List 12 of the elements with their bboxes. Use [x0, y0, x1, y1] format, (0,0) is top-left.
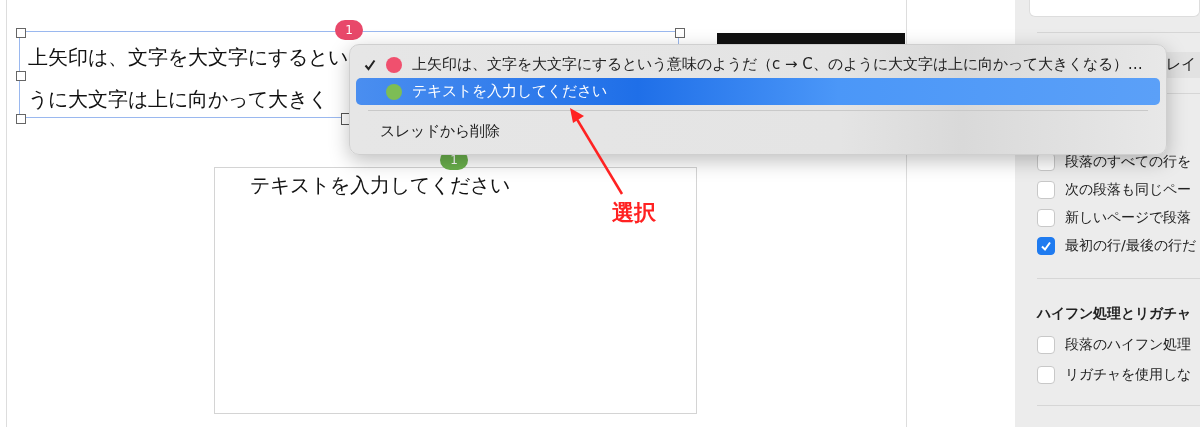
body-text: テキストを入力してください	[250, 172, 510, 199]
body-text: 上矢印は、文字を大文字にするとい	[28, 44, 348, 71]
body-text: うに大文字は上に向かって大きく	[28, 86, 328, 113]
option-label: 段落のすべての行を	[1065, 153, 1191, 171]
annotation-label: 選択	[612, 199, 656, 227]
option-label: 最初の行/最後の行だ	[1065, 237, 1196, 255]
option-label: 新しいページで段落	[1065, 209, 1191, 227]
option-label: 段落のハイフン処理	[1065, 336, 1191, 354]
option-label: リガチャを使用しな	[1065, 366, 1191, 384]
thread-badge: 1	[335, 20, 363, 40]
section-heading: ハイフン処理とリガチャ	[1037, 305, 1192, 323]
option-label: 次の段落も同じペー	[1065, 181, 1191, 199]
